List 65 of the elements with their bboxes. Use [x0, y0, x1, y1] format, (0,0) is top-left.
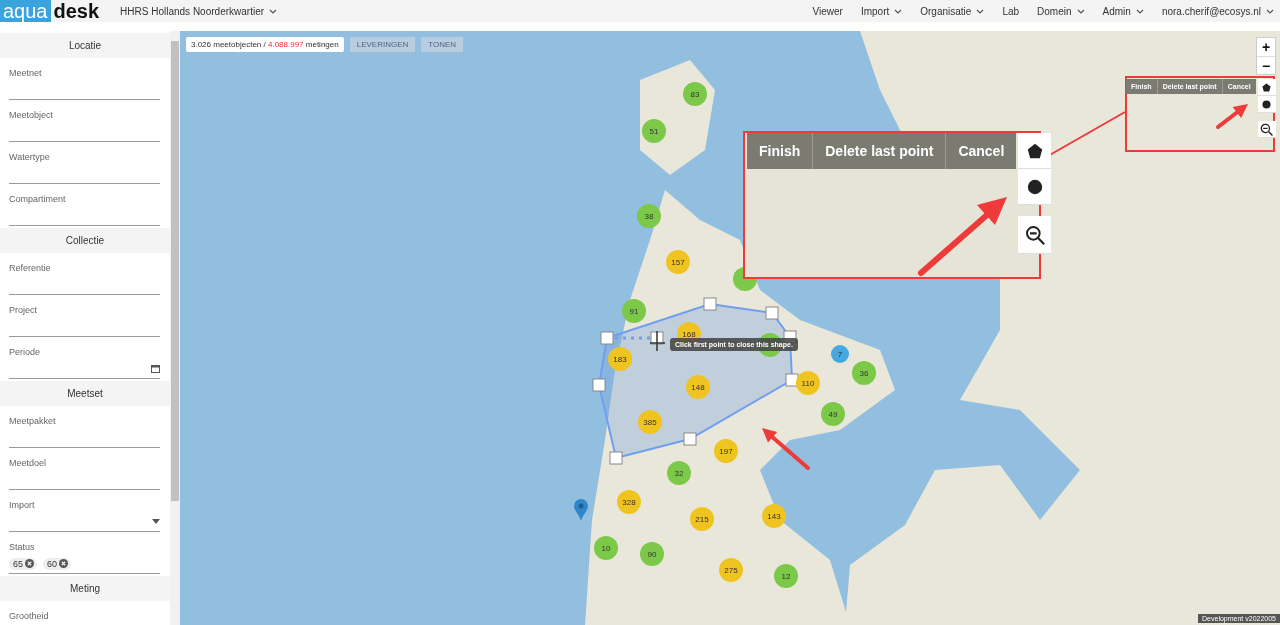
- draw-action-button[interactable]: Cancel: [945, 133, 1017, 169]
- result-summary: 3.026 meetobjecten / 4.088.997 metingen: [186, 37, 344, 52]
- vertex-handle[interactable]: [785, 373, 799, 387]
- logo-text: aqua: [0, 0, 51, 22]
- nav-dropdown[interactable]: nora.cherif@ecosys.nl: [1155, 5, 1280, 17]
- chevron-down-icon: [976, 8, 985, 14]
- vertex-handle[interactable]: [600, 331, 614, 345]
- remove-icon[interactable]: [25, 559, 34, 568]
- input-field[interactable]: Watertype: [9, 144, 160, 184]
- vertex-handle[interactable]: [765, 306, 779, 320]
- zoom-out-button[interactable]: [1018, 216, 1052, 254]
- organisation-dropdown[interactable]: HHRS Hollands Noorderkwartier: [114, 5, 284, 17]
- logo-text: desk: [52, 0, 101, 22]
- zoom-out-icon: [1024, 224, 1045, 245]
- vertex-handle[interactable]: [683, 432, 697, 446]
- draw-action-button[interactable]: Delete last point: [812, 133, 946, 169]
- input-field[interactable]: Meetobject: [9, 102, 160, 142]
- nav-dropdown[interactable]: Organisatie: [914, 5, 991, 17]
- zoom-out-button[interactable]: −: [1257, 56, 1275, 74]
- chevron-down-icon: [1266, 8, 1274, 14]
- input-field[interactable]: Status 65 60: [9, 534, 160, 574]
- nav-link[interactable]: Lab: [996, 5, 1026, 17]
- draw-polygon-button[interactable]: [1018, 133, 1052, 169]
- vertex-handle[interactable]: [609, 451, 623, 465]
- section-header: Meetset: [0, 381, 170, 406]
- input-field[interactable]: Import: [9, 492, 160, 532]
- scrollbar[interactable]: [170, 31, 180, 625]
- annotation-arrow: [762, 428, 810, 470]
- circle-icon: [1262, 99, 1272, 109]
- chevron-down-icon: [894, 8, 903, 14]
- input-field[interactable]: Grootheid: [9, 603, 160, 625]
- input-field[interactable]: Meetdoel: [9, 450, 160, 490]
- pentagon-icon: [1026, 142, 1043, 159]
- input-field[interactable]: Compartiment: [9, 186, 160, 226]
- chevron-down-icon: [1135, 8, 1144, 14]
- input-field[interactable]: Project: [9, 297, 160, 337]
- input-field[interactable]: Meetnet: [9, 60, 160, 100]
- chevron-down-icon: [269, 8, 278, 14]
- status-chip[interactable]: 60: [43, 557, 72, 570]
- circle-icon: [1026, 178, 1043, 195]
- section-header: Locatie: [0, 33, 170, 58]
- input-field[interactable]: Periode: [9, 339, 160, 379]
- vertex-handle[interactable]: [703, 297, 717, 311]
- input-field[interactable]: Referentie: [9, 255, 160, 295]
- draw-action-button[interactable]: Finish: [747, 133, 813, 169]
- section-header: Collectie: [0, 228, 170, 253]
- calendar-icon[interactable]: [151, 364, 160, 373]
- status-chip[interactable]: 65: [9, 557, 37, 570]
- dropdown-arrow-icon[interactable]: [152, 519, 160, 524]
- pentagon-icon: [1262, 82, 1272, 92]
- crosshair-cursor-icon: [649, 330, 666, 352]
- nav-dropdown[interactable]: Import: [854, 5, 909, 17]
- vertex-handle[interactable]: [592, 378, 606, 392]
- draw-circle-button[interactable]: [1018, 169, 1052, 205]
- remove-icon[interactable]: [59, 559, 69, 568]
- nav-link[interactable]: Viewer: [806, 5, 849, 17]
- nav-dropdown[interactable]: Domein: [1031, 5, 1091, 17]
- annotation-arrow: [1216, 104, 1248, 129]
- zoom-out-icon: [1260, 122, 1274, 136]
- map-pin-icon[interactable]: [574, 499, 588, 521]
- zoom-in-button[interactable]: +: [1257, 38, 1275, 56]
- section-header: Meting: [0, 576, 170, 601]
- chevron-down-icon: [1076, 8, 1085, 14]
- input-field[interactable]: Meetpakket: [9, 408, 160, 448]
- nav-dropdown[interactable]: Admin: [1096, 5, 1150, 17]
